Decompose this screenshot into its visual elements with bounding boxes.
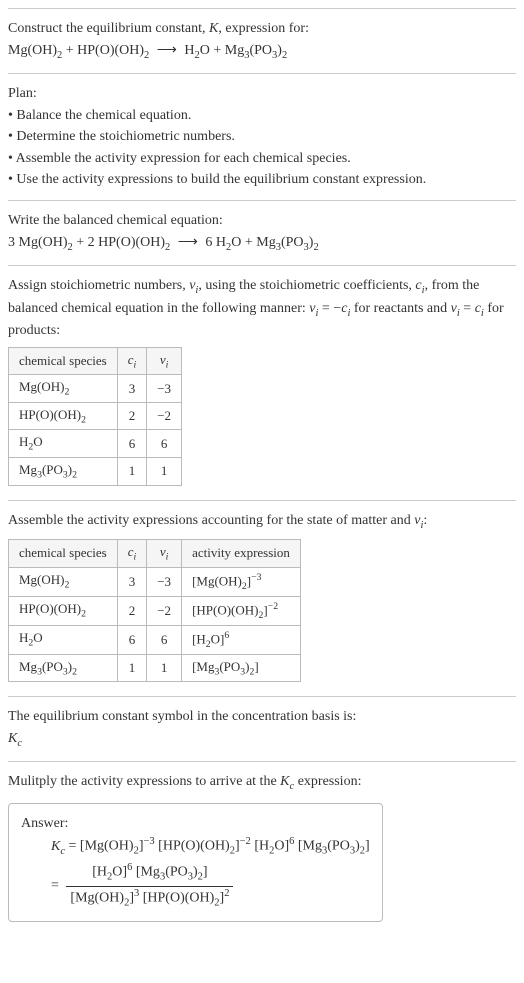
symbol-value: Kc	[8, 729, 516, 751]
cell-species: H2O	[9, 430, 118, 458]
col-species: chemical species	[9, 347, 118, 375]
table-row: Mg(OH)2 3 −3 [Mg(OH)2]−3	[9, 567, 301, 596]
cell-species: Mg3(PO3)2	[9, 458, 118, 486]
plan-section: Plan: • Balance the chemical equation. •…	[8, 73, 516, 200]
table-row: Mg3(PO3)2 1 1	[9, 458, 182, 486]
table-row: HP(O)(OH)2 2 −2 [HP(O)(OH)2]−2	[9, 596, 301, 625]
cell-activity: [Mg3(PO3)2]	[182, 654, 301, 682]
cell-species: HP(O)(OH)2	[9, 402, 118, 430]
table-row: H2O 6 6	[9, 430, 182, 458]
symbol-text: The equilibrium constant symbol in the c…	[8, 707, 516, 727]
cell-ci: 6	[117, 625, 147, 654]
cell-ci: 1	[117, 458, 147, 486]
balanced-heading: Write the balanced chemical equation:	[8, 211, 516, 231]
table-header-row: chemical species ci νi	[9, 347, 182, 375]
activity-table: chemical species ci νi activity expressi…	[8, 539, 301, 682]
multiply-section: Mulitply the activity expressions to arr…	[8, 761, 516, 936]
cell-species: Mg(OH)2	[9, 375, 118, 403]
col-ci: ci	[117, 540, 147, 568]
col-species: chemical species	[9, 540, 118, 568]
col-vi: νi	[147, 540, 182, 568]
stoich-table: chemical species ci νi Mg(OH)2 3 −3 HP(O…	[8, 347, 182, 486]
cell-ci: 6	[117, 430, 147, 458]
assemble-text: Assemble the activity expressions accoun…	[8, 511, 516, 533]
table-row: H2O 6 6 [H2O]6	[9, 625, 301, 654]
assemble-section: Assemble the activity expressions accoun…	[8, 500, 516, 696]
intro-section: Construct the equilibrium constant, K, e…	[8, 8, 516, 73]
balanced-equation: 3 Mg(OH)2 + 2 HP(O)(OH)2 ⟶ 6 H2O + Mg3(P…	[8, 233, 516, 255]
cell-activity: [H2O]6	[182, 625, 301, 654]
plan-heading: Plan:	[8, 84, 516, 104]
cell-ci: 2	[117, 402, 147, 430]
cell-vi: −3	[147, 567, 182, 596]
cell-ci: 1	[117, 654, 147, 682]
col-ci: ci	[117, 347, 147, 375]
cell-species: HP(O)(OH)2	[9, 596, 118, 625]
answer-label: Answer:	[21, 814, 370, 834]
cell-species: Mg3(PO3)2	[9, 654, 118, 682]
multiply-text: Mulitply the activity expressions to arr…	[8, 772, 516, 794]
intro-title: Construct the equilibrium constant, K, e…	[8, 19, 516, 39]
symbol-section: The equilibrium constant symbol in the c…	[8, 696, 516, 761]
balanced-section: Write the balanced chemical equation: 3 …	[8, 200, 516, 265]
col-activity: activity expression	[182, 540, 301, 568]
assign-section: Assign stoichiometric numbers, νi, using…	[8, 265, 516, 500]
plan-bullet: • Determine the stoichiometric numbers.	[8, 127, 516, 147]
cell-vi: −3	[147, 375, 182, 403]
assign-text: Assign stoichiometric numbers, νi, using…	[8, 276, 516, 341]
fraction-numerator: [H2O]6 [Mg3(PO3)2]	[66, 861, 233, 886]
cell-ci: 2	[117, 596, 147, 625]
intro-equation: Mg(OH)2 + HP(O)(OH)2 ⟶ H2O + Mg3(PO3)2	[8, 41, 516, 63]
cell-ci: 3	[117, 567, 147, 596]
fraction-denominator: [Mg(OH)2]3 [HP(O)(OH)2]2	[66, 887, 233, 911]
equals-sign: =	[51, 878, 59, 893]
plan-bullet: • Use the activity expressions to build …	[8, 170, 516, 190]
table-header-row: chemical species ci νi activity expressi…	[9, 540, 301, 568]
table-row: Mg3(PO3)2 1 1 [Mg3(PO3)2]	[9, 654, 301, 682]
cell-vi: −2	[147, 402, 182, 430]
cell-vi: 6	[147, 625, 182, 654]
table-row: HP(O)(OH)2 2 −2	[9, 402, 182, 430]
cell-vi: 1	[147, 654, 182, 682]
plan-bullet: • Balance the chemical equation.	[8, 106, 516, 126]
plan-bullet: • Assemble the activity expression for e…	[8, 149, 516, 169]
answer-box: Answer: Kc = [Mg(OH)2]−3 [HP(O)(OH)2]−2 …	[8, 803, 383, 922]
cell-activity: [Mg(OH)2]−3	[182, 567, 301, 596]
cell-vi: 6	[147, 430, 182, 458]
answer-line2: = [H2O]6 [Mg3(PO3)2] [Mg(OH)2]3 [HP(O)(O…	[51, 861, 370, 910]
cell-vi: 1	[147, 458, 182, 486]
answer-line1: Kc = [Mg(OH)2]−3 [HP(O)(OH)2]−2 [H2O]6 […	[51, 835, 370, 859]
table-row: Mg(OH)2 3 −3	[9, 375, 182, 403]
cell-activity: [HP(O)(OH)2]−2	[182, 596, 301, 625]
col-vi: νi	[147, 347, 182, 375]
cell-species: Mg(OH)2	[9, 567, 118, 596]
cell-ci: 3	[117, 375, 147, 403]
answer-fraction: [H2O]6 [Mg3(PO3)2] [Mg(OH)2]3 [HP(O)(OH)…	[66, 861, 233, 910]
cell-vi: −2	[147, 596, 182, 625]
cell-species: H2O	[9, 625, 118, 654]
